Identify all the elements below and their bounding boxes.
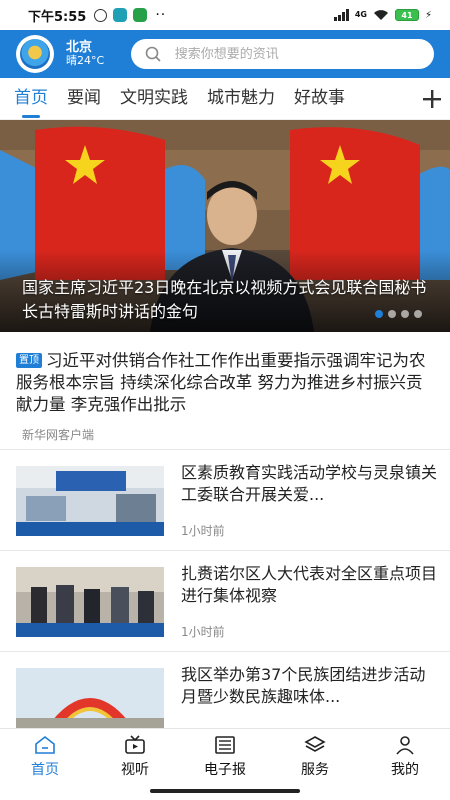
app-notification-icon [113, 8, 128, 22]
list-item[interactable]: 区素质教育实践活动学校与灵泉镇关工委联合开展关爱... 1小时前 [0, 450, 450, 551]
search-input[interactable] [174, 46, 405, 62]
tab-home[interactable]: 首页 [14, 78, 48, 119]
news-title: 我区举办第37个民族团结进步活动月暨少数民族趣味体... [181, 665, 426, 706]
network-type: 4G [354, 10, 367, 19]
alarm-icon [94, 8, 108, 22]
tab-headlines[interactable]: 要闻 [67, 78, 101, 119]
headline-banner[interactable]: 国家主席习近平23日晚在北京以视频方式会见联合国秘书长古特雷斯时讲话的金句 [0, 120, 450, 332]
news-time: 1小时前 [181, 524, 225, 538]
status-bar: 下午5:55 ·· 4G 41 ⚡ [0, 0, 450, 30]
wifi-icon [373, 10, 388, 20]
nav-label: 我的 [391, 761, 419, 778]
news-source: 新华网客户端 [22, 428, 95, 442]
carousel-dot[interactable] [414, 310, 422, 318]
pinned-badge: 置顶 [16, 353, 42, 368]
nav-label: 电子报 [204, 761, 246, 778]
search-icon [145, 46, 161, 62]
nav-label: 服务 [301, 761, 329, 778]
news-thumbnail [16, 567, 164, 637]
news-feed: 置顶 习近平对供销合作社工作作出重要指示强调牢记为农服务根本宗旨 持续深化综合改革… [0, 340, 450, 728]
news-thumbnail [16, 668, 164, 728]
tab-city[interactable]: 城市魅力 [207, 78, 275, 119]
add-channel-button[interactable] [414, 78, 450, 119]
newspaper-icon [215, 735, 235, 754]
weather-widget[interactable]: 北京 晴24°C [66, 39, 117, 68]
more-notifications-dots: ·· [155, 7, 167, 23]
bottom-navigation: 首页 视听 电子报 服务 我的 [0, 728, 450, 784]
user-icon [396, 735, 414, 755]
news-title: 扎赉诺尔区人大代表对全区重点项目进行集体视察 [181, 564, 438, 605]
app-header: 北京 晴24°C [0, 30, 450, 78]
carousel-dot[interactable] [401, 310, 409, 318]
plus-icon [423, 90, 441, 108]
nav-video[interactable]: 视听 [90, 729, 180, 784]
nav-label: 视听 [121, 761, 149, 778]
list-item[interactable]: 扎赉诺尔区人大代表对全区重点项目进行集体视察 1小时前 [0, 551, 450, 652]
news-title: 区素质教育实践活动学校与灵泉镇关工委联合开展关爱... [181, 463, 438, 504]
news-time: 1小时前 [181, 625, 225, 639]
app-logo[interactable] [16, 35, 54, 73]
carousel-indicator [375, 310, 422, 318]
weather-temp: 晴24°C [66, 54, 105, 68]
tab-civilization[interactable]: 文明实践 [120, 78, 188, 119]
status-time: 下午5:55 [28, 9, 87, 25]
nav-epaper[interactable]: 电子报 [180, 729, 270, 784]
nav-profile[interactable]: 我的 [360, 729, 450, 784]
charging-icon: ⚡ [424, 9, 432, 21]
pinned-title-text: 习近平对供销合作社工作作出重要指示强调牢记为农服务根本宗旨 持续深化综合改革 努… [16, 351, 426, 414]
gesture-home-bar[interactable] [150, 789, 300, 793]
battery-icon: 41 [394, 9, 419, 21]
pinned-news-item[interactable]: 置顶 习近平对供销合作社工作作出重要指示强调牢记为农服务根本宗旨 持续深化综合改革… [0, 340, 450, 450]
carousel-dot[interactable] [388, 310, 396, 318]
carousel-dot[interactable] [375, 310, 383, 318]
channel-tabs: 首页 要闻 文明实践 城市魅力 好故事 [0, 78, 450, 120]
home-icon [35, 735, 55, 754]
nav-label: 首页 [31, 761, 59, 778]
news-thumbnail [16, 466, 164, 536]
search-box[interactable] [130, 39, 434, 69]
signal-icon [333, 9, 349, 21]
nav-home[interactable]: 首页 [0, 729, 90, 784]
tab-stories[interactable]: 好故事 [294, 78, 345, 119]
list-item[interactable]: 我区举办第37个民族团结进步活动月暨少数民族趣味体... [0, 652, 450, 728]
pinned-news-title: 置顶 习近平对供销合作社工作作出重要指示强调牢记为农服务根本宗旨 持续深化综合改革… [16, 350, 434, 416]
banner-caption: 国家主席习近平23日晚在北京以视频方式会见联合国秘书长古特雷斯时讲话的金句 [22, 278, 427, 321]
nav-services[interactable]: 服务 [270, 729, 360, 784]
tv-icon [125, 734, 145, 754]
app-notification-icon-2 [133, 8, 148, 22]
layers-icon [304, 735, 326, 752]
weather-city: 北京 [66, 39, 93, 55]
